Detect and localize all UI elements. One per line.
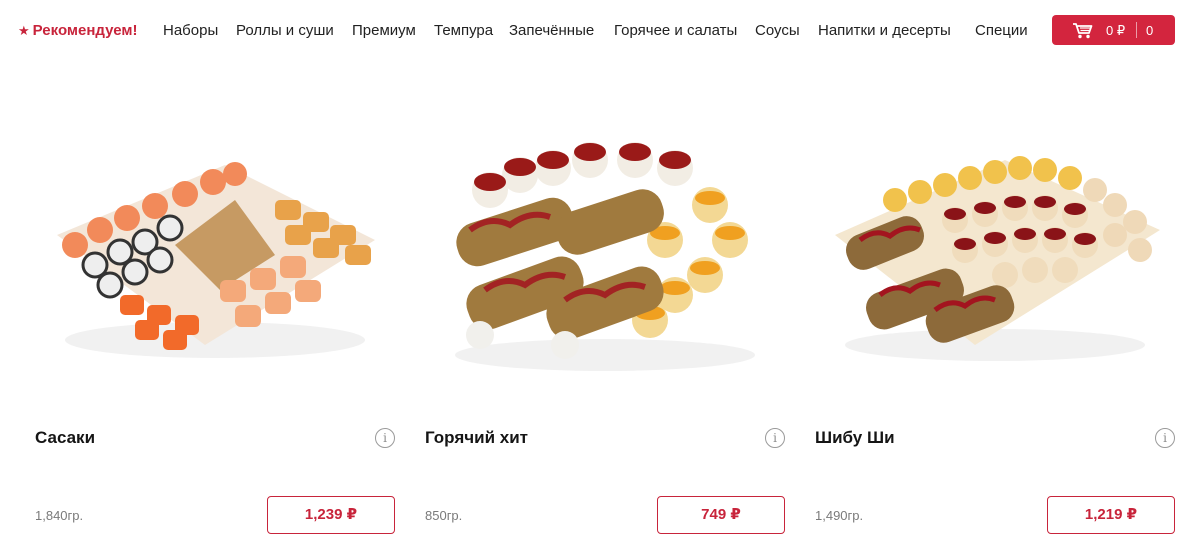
product-name: Шибу Ши — [815, 428, 895, 447]
star-icon: ★ — [18, 23, 30, 38]
sushi-set-photo[interactable] — [35, 130, 395, 380]
cart-button[interactable]: 0 ₽ 0 — [1052, 15, 1175, 45]
product-name: Горячий хит — [425, 428, 528, 447]
nav-item-baked[interactable]: Запечённые — [509, 22, 594, 39]
cart-icon — [1073, 23, 1093, 39]
baked-rolls-set-photo[interactable] — [815, 130, 1175, 380]
nav-item-drinks-desserts[interactable]: Напитки и десерты — [818, 22, 951, 39]
nav-item-tempura[interactable]: Темпура — [434, 22, 493, 39]
cart-divider — [1136, 22, 1137, 38]
nav-item-label: Рекомендуем! — [32, 22, 138, 39]
hot-rolls-set-photo[interactable] — [425, 130, 785, 380]
nav-item-rolls-sushi[interactable]: Роллы и суши — [236, 22, 334, 39]
nav-item-recommended[interactable]: ★ Рекомендуем! — [18, 22, 138, 39]
info-icon[interactable]: i — [1155, 428, 1175, 448]
product-name: Сасаки — [35, 428, 96, 447]
product-weight: 850гр. — [425, 508, 463, 523]
price-button[interactable]: 1,239 ₽ — [267, 496, 395, 534]
cart-count: 0 — [1146, 23, 1154, 38]
nav-item-premium[interactable]: Премиум — [352, 22, 416, 39]
nav-item-hot-salads[interactable]: Горячее и салаты — [614, 22, 737, 39]
product-weight: 1,840гр. — [35, 508, 84, 523]
info-icon[interactable]: i — [375, 428, 395, 448]
product-card: Горячий хит i 850гр. 749 ₽ — [425, 110, 785, 550]
nav-item-spices[interactable]: Специи — [975, 22, 1028, 39]
info-icon[interactable]: i — [765, 428, 785, 448]
product-card: Сасаки i 1,840гр. 1,239 ₽ — [35, 110, 395, 550]
nav-item-sauces[interactable]: Соусы — [755, 22, 800, 39]
category-nav: ★ Рекомендуем! Наборы Роллы и суши Премиу… — [0, 0, 1204, 60]
product-weight: 1,490гр. — [815, 508, 864, 523]
nav-item-sets[interactable]: Наборы — [163, 22, 218, 39]
product-card: Шибу Ши i 1,490гр. 1,219 ₽ — [815, 110, 1175, 550]
cart-sum: 0 ₽ — [1106, 23, 1126, 38]
price-button[interactable]: 1,219 ₽ — [1047, 496, 1175, 534]
price-button[interactable]: 749 ₽ — [657, 496, 785, 534]
